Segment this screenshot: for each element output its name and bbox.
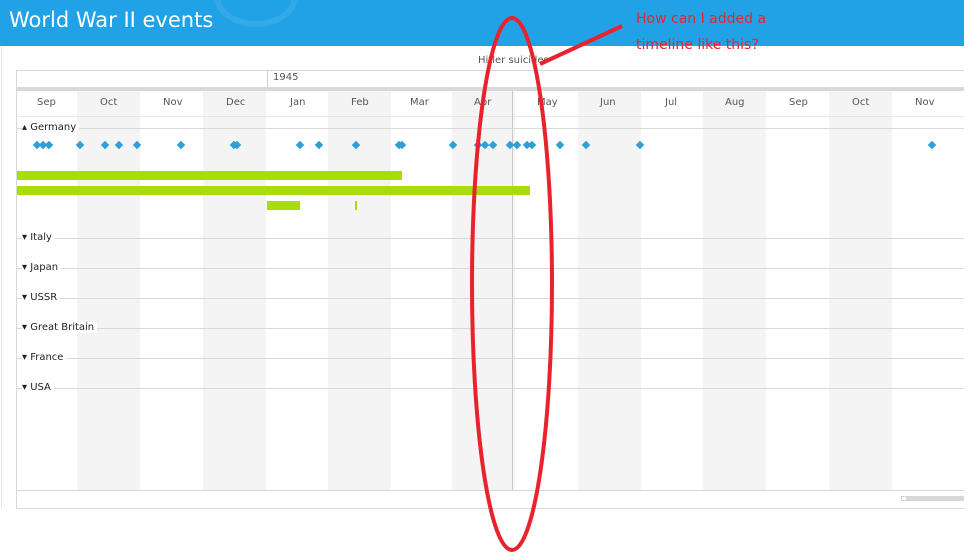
annotation-overlay [470, 16, 623, 552]
annotation-line-2: timeline like this? [636, 37, 759, 53]
annotation-arrow-line [539, 24, 623, 66]
highlight-ellipse [470, 16, 554, 552]
annotation-line-1: How can I added a [636, 11, 767, 27]
annotation-question: How can I added a timeline like this? [636, 6, 766, 58]
